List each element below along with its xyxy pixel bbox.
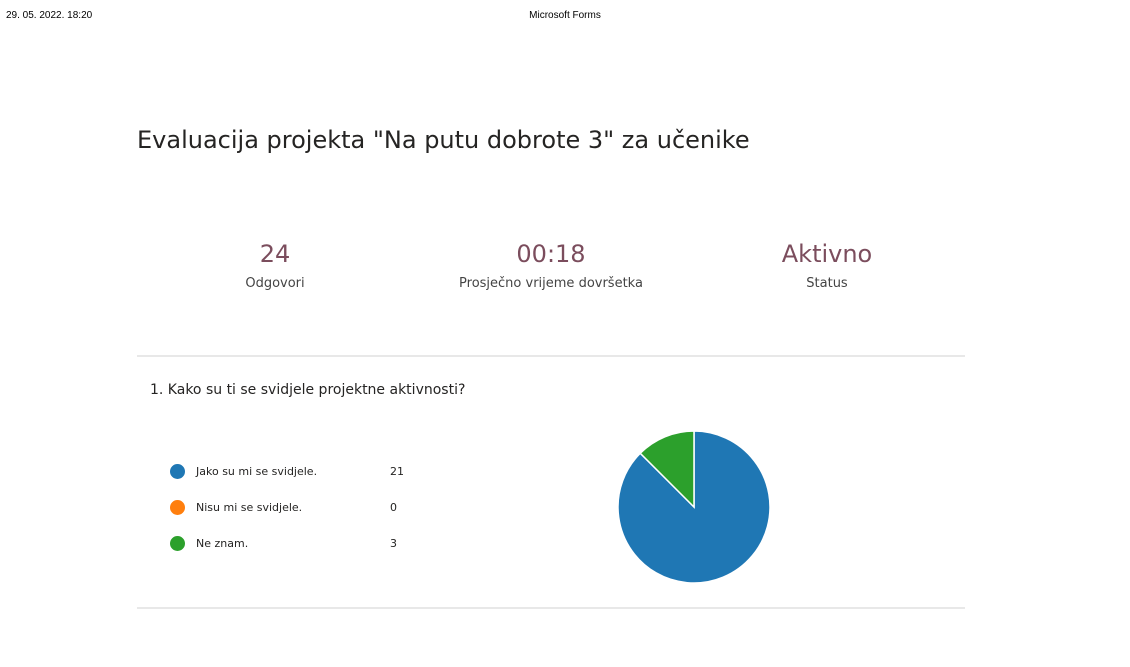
stat-responses-label: Odgovori (245, 276, 305, 291)
legend-label: Nisu mi se svidjele. (196, 501, 303, 514)
stat-average-time-value: 00:18 (516, 240, 586, 268)
stat-status: Aktivno Status (689, 238, 965, 291)
form-title: Evaluacija projekta "Na putu dobrote 3" … (137, 126, 750, 154)
legend-item: Jako su mi se svidjele. 21 (170, 462, 430, 498)
stat-status-value: Aktivno (781, 240, 873, 268)
print-header: 29. 05. 2022. 18:20 Microsoft Forms (6, 10, 1124, 24)
legend-label: Ne znam. (196, 537, 249, 550)
print-app-title: Microsoft Forms (529, 10, 601, 21)
chart-legend: Jako su mi se svidjele. 21 Nisu mi se sv… (170, 462, 430, 570)
legend-label: Jako su mi se svidjele. (196, 465, 318, 478)
legend-count: 0 (390, 501, 397, 514)
legend-marker (170, 500, 185, 515)
legend-marker (170, 536, 185, 551)
section-divider-bottom (137, 607, 965, 609)
legend-item: Ne znam. 3 (170, 534, 430, 570)
summary-stats: 24 Odgovori 00:18 Prosječno vrijeme dovr… (137, 238, 965, 298)
stat-status-label: Status (806, 276, 848, 291)
pie-chart (617, 430, 771, 584)
legend-item: Nisu mi se svidjele. 0 (170, 498, 430, 534)
stat-responses: 24 Odgovori (137, 238, 413, 291)
legend-marker (170, 464, 185, 479)
legend-count: 3 (390, 537, 397, 550)
stat-average-time-label: Prosječno vrijeme dovršetka (459, 276, 643, 291)
legend-count: 21 (390, 465, 404, 478)
question-title: 1. Kako su ti se svidjele projektne akti… (150, 382, 466, 398)
pie-chart-container (616, 429, 772, 585)
stat-average-time: 00:18 Prosječno vrijeme dovršetka (413, 238, 689, 291)
section-divider (137, 355, 965, 357)
stat-responses-value: 24 (259, 240, 291, 268)
